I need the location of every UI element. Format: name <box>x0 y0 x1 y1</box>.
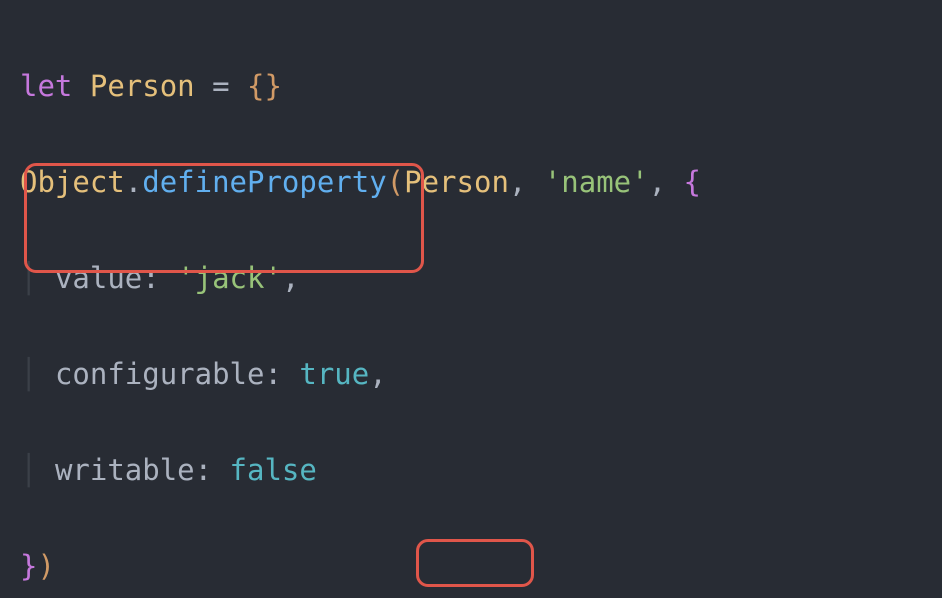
method-defineproperty: defineProperty <box>142 165 386 199</box>
brace-open: { <box>247 69 264 103</box>
keyword-let: let <box>20 69 72 103</box>
code-line: Object.defineProperty(Person, 'name', { <box>20 158 922 206</box>
identifier-object: Object <box>20 165 125 199</box>
identifier-person: Person <box>90 69 195 103</box>
boolean-true: true <box>299 357 369 391</box>
indent-guide: │ <box>20 261 37 295</box>
property-value: value <box>55 261 142 295</box>
property-writable: writable <box>55 453 195 487</box>
code-line: }) <box>20 542 922 590</box>
string-jack: 'jack' <box>177 261 282 295</box>
code-line: let Person = {} <box>20 62 922 110</box>
property-configurable: configurable <box>55 357 265 391</box>
boolean-false: false <box>230 453 317 487</box>
string-name: 'name' <box>544 165 649 199</box>
code-line: │ configurable: true, <box>20 350 922 398</box>
brace-close: } <box>264 69 281 103</box>
code-line: │ value: 'jack', <box>20 254 922 302</box>
code-line: │ writable: false <box>20 446 922 494</box>
code-editor[interactable]: let Person = {} Object.defineProperty(Pe… <box>0 0 942 598</box>
